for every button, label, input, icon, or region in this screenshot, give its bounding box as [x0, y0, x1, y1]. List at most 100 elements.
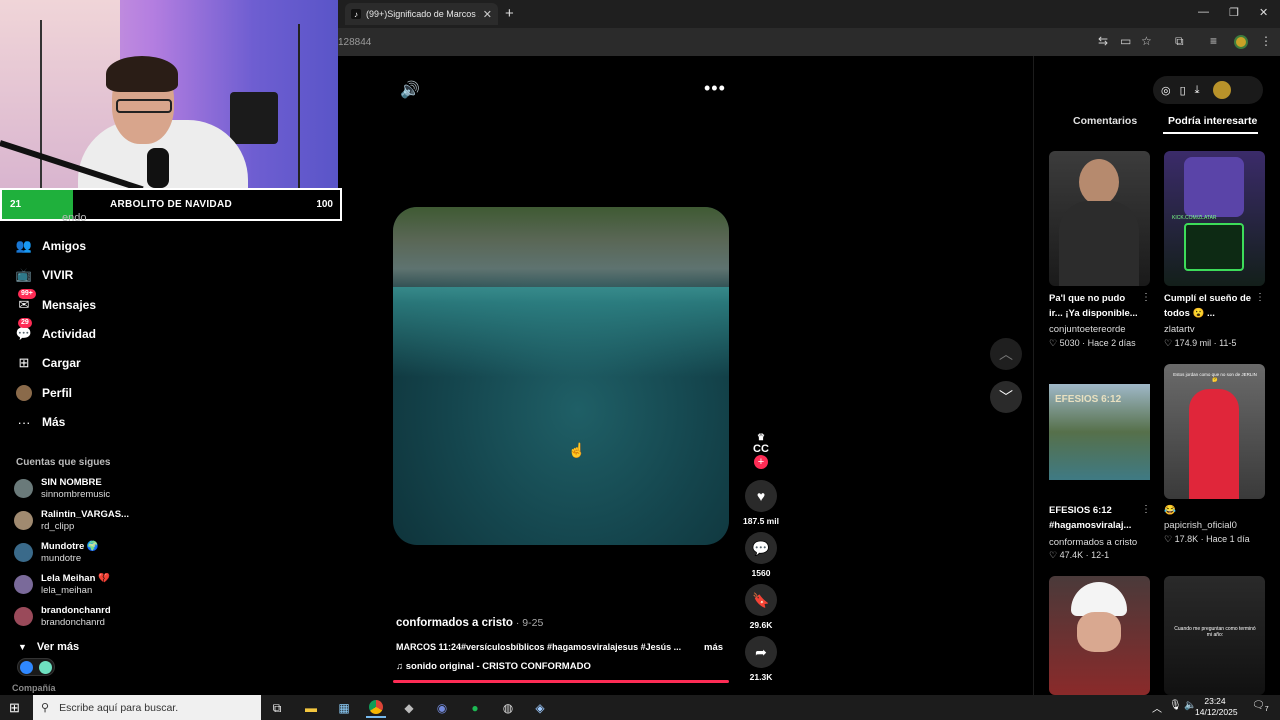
taskbar-search-input[interactable]: ⚲ Escribe aquí para buscar.	[33, 695, 261, 720]
restore-icon[interactable]: ❐	[1229, 6, 1239, 19]
sidebar-peek-label: endo	[62, 212, 87, 224]
video-thumbnail[interactable]	[1049, 576, 1150, 695]
following-account[interactable]: Mundotre 🌍 mundotre	[14, 541, 154, 567]
sound-link[interactable]: ♫ sonido original - CRISTO CONFORMADO	[396, 661, 591, 672]
white-cap-shape	[1071, 582, 1127, 616]
video-thumbnail[interactable]: Estos jordan como que no son de JERLIN 🤔	[1164, 364, 1265, 499]
video-thumbnail[interactable]: Cuando me preguntan como terminó mi año:	[1164, 576, 1265, 695]
save-button[interactable]: 🔖	[745, 584, 777, 616]
discover-icon[interactable]: ◎	[1161, 84, 1171, 97]
toggle-knob-icon	[39, 661, 52, 674]
close-tab-icon[interactable]: ✕	[483, 8, 492, 21]
card-title[interactable]: 😂	[1164, 503, 1254, 518]
sidebar-item-mensajes[interactable]: ✉ 99+ Mensajes	[14, 289, 96, 315]
video-thumbnail[interactable]	[1049, 151, 1150, 286]
volume-icon[interactable]: 🔊	[400, 80, 420, 100]
url-field[interactable]: 128844	[338, 37, 371, 48]
more-link[interactable]: más	[704, 642, 723, 653]
account-name: brandonchanrd	[41, 605, 111, 616]
cast-icon[interactable]: ▭	[1120, 34, 1131, 48]
card-menu-icon[interactable]: ⋮	[1141, 504, 1151, 515]
tab-comentarios[interactable]: Comentarios	[1073, 115, 1137, 127]
chevron-up-icon: ︿	[999, 346, 1013, 362]
more-options-icon[interactable]: •••	[704, 78, 726, 99]
obs-icon[interactable]: ◍	[498, 698, 518, 718]
next-video-button[interactable]: ﹀	[990, 381, 1022, 413]
sidebar-item-vivir[interactable]: 📺 VIVIR	[14, 265, 73, 285]
media-controls-icon[interactable]: ≡	[1210, 34, 1217, 48]
spotify-icon[interactable]: ●	[465, 698, 485, 718]
sidebar-item-amigos[interactable]: 👥 Amigos	[14, 236, 86, 256]
sidebar-item-perfil[interactable]: Perfil	[14, 383, 72, 403]
store-icon[interactable]: ▦	[334, 698, 354, 718]
discord-icon[interactable]: ◉	[432, 698, 452, 718]
comment-icon: 💬	[752, 539, 770, 556]
card-menu-icon[interactable]: ⋮	[1141, 292, 1151, 303]
card-author[interactable]: papicrish_oficial0	[1164, 520, 1237, 531]
browser-profile-avatar[interactable]	[1234, 35, 1248, 49]
bookmark-icon: 🔖	[752, 591, 770, 608]
card-author[interactable]: conformados a cristo	[1049, 537, 1137, 548]
card-title[interactable]: Pa'l que no pudo ir... ¡Ya disponible...	[1049, 291, 1139, 321]
share-button[interactable]: ➦	[745, 636, 777, 668]
following-account[interactable]: SIN NOMBRE sinnombremusic	[14, 477, 154, 503]
video-thumbnail[interactable]: EFESIOS 6:12	[1049, 364, 1150, 499]
steam-icon[interactable]: ◈	[530, 698, 550, 718]
right-toolbar: ◎ ▯ ⤓	[1153, 76, 1263, 104]
following-account[interactable]: Lela Meihan 💔 lela_meihan	[14, 573, 154, 599]
sidebar-item-actividad[interactable]: 💬 29 Actividad	[14, 318, 96, 344]
previous-video-button[interactable]: ︿	[990, 338, 1022, 370]
following-account[interactable]: brandonchanrd brandonchanrd	[14, 605, 154, 631]
video-thumbnail[interactable]: KICK.COM/ZLATAR	[1164, 151, 1265, 286]
tab-podria-interesarte[interactable]: Podría interesarte	[1168, 115, 1257, 127]
extensions-icon[interactable]: ⧉	[1175, 34, 1184, 49]
show-hidden-icons[interactable]: ︿	[1152, 700, 1162, 715]
account-username: rd_clipp	[41, 521, 75, 532]
messages-badge: 99+	[18, 289, 36, 299]
card-title[interactable]: EFESIOS 6:12 #hagamosviralaj...	[1049, 503, 1139, 533]
system-clock[interactable]: 23:24 14/12/2025	[1195, 696, 1238, 718]
video-player[interactable]	[393, 207, 729, 545]
webcam-overlay	[0, 0, 338, 188]
goal-title: ARBOLITO DE NAVIDAD	[110, 199, 232, 210]
hair-shape	[106, 56, 178, 92]
card-author[interactable]: conjuntoetereorde	[1049, 324, 1126, 335]
close-window-icon[interactable]: ✕	[1259, 6, 1268, 19]
follow-plus-icon[interactable]: +	[754, 455, 768, 469]
user-avatar[interactable]	[1212, 81, 1231, 99]
card-menu-icon[interactable]: ⋮	[1255, 292, 1265, 303]
browser-menu-icon[interactable]: ⋮	[1260, 34, 1272, 48]
download-icon[interactable]: ⤓	[1195, 84, 1200, 97]
theme-toggle[interactable]	[17, 658, 55, 676]
windows-start-icon[interactable]: ⊞	[9, 700, 20, 716]
minimize-icon[interactable]: —	[1198, 6, 1209, 18]
notifications-icon[interactable]: 🗨7	[1252, 700, 1269, 713]
app-icon[interactable]: ◆	[399, 698, 419, 718]
microphone-icon[interactable]: 🎙	[1169, 700, 1182, 711]
new-tab-icon[interactable]: +	[505, 5, 514, 22]
bookmark-star-icon[interactable]: ☆	[1141, 34, 1152, 48]
chrome-icon[interactable]	[366, 698, 386, 718]
sidebar-item-label: Amigos	[42, 239, 87, 253]
chrome-logo	[369, 700, 383, 714]
video-progress-bar[interactable]	[393, 680, 729, 683]
heart-icon: ♥	[756, 488, 766, 504]
device-icon[interactable]: ▯	[1180, 84, 1186, 97]
browser-tab[interactable]: ♪ (99+)Significado de Marcos 11:... ✕	[345, 3, 498, 25]
following-account[interactable]: Ralintin_VARGAS... rd_clipp	[14, 509, 154, 535]
see-more-link[interactable]: ▼ Ver más	[18, 641, 79, 653]
sidebar-item-mas[interactable]: ··· Más	[14, 412, 66, 432]
shallow-water-shape	[393, 287, 729, 377]
like-button[interactable]: ♥	[745, 480, 777, 512]
card-title[interactable]: Cumplí el sueño de todos 😮 ...	[1164, 291, 1254, 321]
task-view-icon[interactable]: ⧉	[267, 698, 287, 718]
sidebar-item-cargar[interactable]: ⊞ Cargar	[14, 353, 81, 373]
mouse-cursor-icon: ☝	[568, 442, 586, 458]
comment-button[interactable]: 💬	[745, 532, 777, 564]
file-explorer-icon[interactable]: ▬	[301, 698, 321, 718]
translate-icon[interactable]: ⇆	[1098, 34, 1108, 48]
company-link[interactable]: Compañía	[12, 683, 56, 693]
card-author[interactable]: zlatartv	[1164, 324, 1195, 335]
creator-avatar[interactable]: ♛ CC	[750, 431, 772, 455]
video-author[interactable]: conformados a cristo · 9-25	[396, 617, 543, 629]
